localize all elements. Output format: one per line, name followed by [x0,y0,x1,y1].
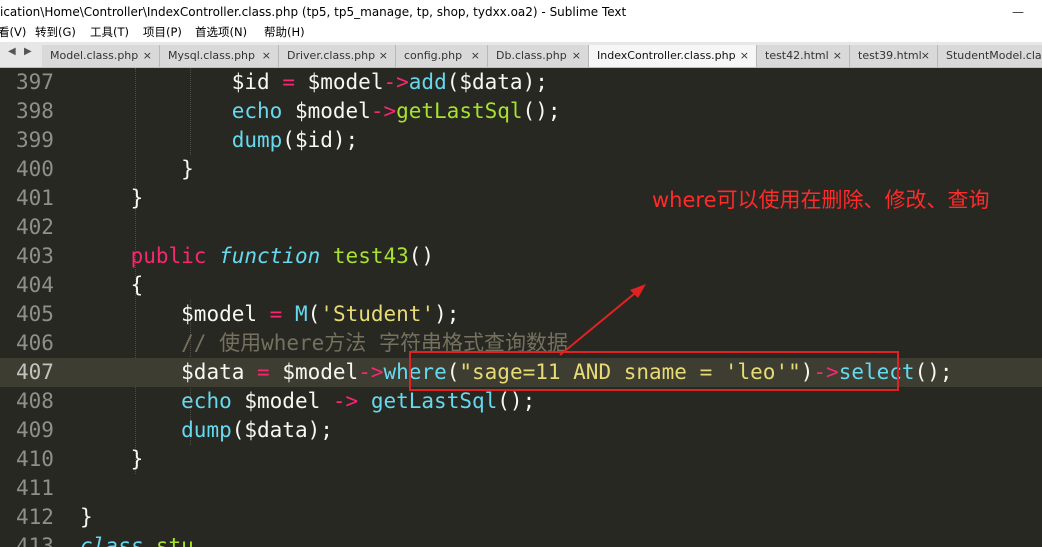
annotation-arrow [559,284,646,356]
